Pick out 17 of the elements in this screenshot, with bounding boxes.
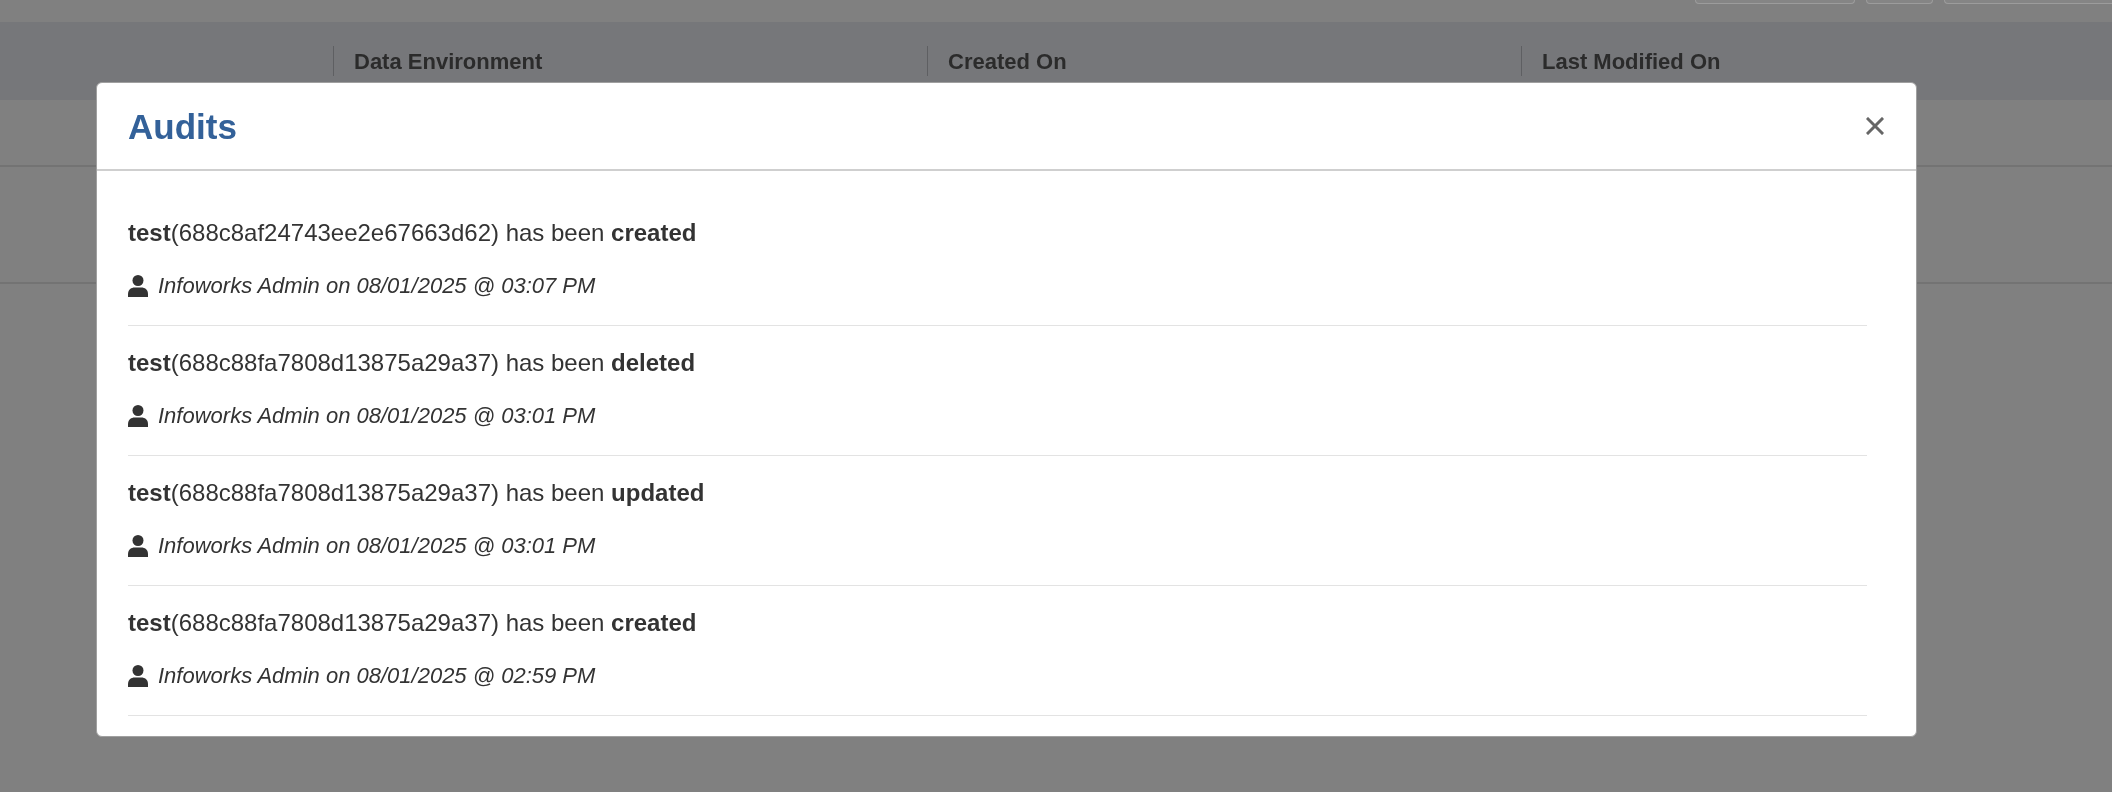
audit-message: test(688c88fa7808d13875a29a37) has been updated: [128, 478, 705, 508]
audit-message: test(688c88fa7808d13875a29a37) has been deleted: [128, 348, 696, 378]
column-header: Data Environment: [354, 47, 543, 76]
audit-author-line: Infoworks Admin on 08/01/2025 @ 03:01 PM: [158, 402, 596, 430]
user-icon: [128, 535, 148, 557]
audit-author-line: Infoworks Admin on 08/01/2025 @ 03:07 PM: [158, 272, 596, 300]
audit-message: test(688c88fa7808d13875a29a37) has been created: [128, 608, 697, 638]
dialog-title: Audits: [128, 108, 237, 144]
close-icon: [1866, 117, 1884, 135]
column-header: Last Modified On: [1542, 47, 1721, 76]
user-icon: [128, 275, 148, 297]
audit-author-line: Infoworks Admin on 08/01/2025 @ 02:59 PM: [158, 662, 596, 690]
user-icon: [128, 665, 148, 687]
audit-message: test(688c8af24743ee2e67663d62) has been created: [128, 218, 697, 248]
user-icon: [128, 405, 148, 427]
audit-author-line: Infoworks Admin on 08/01/2025 @ 03:01 PM: [158, 532, 596, 560]
column-header: Created On: [948, 47, 1067, 76]
